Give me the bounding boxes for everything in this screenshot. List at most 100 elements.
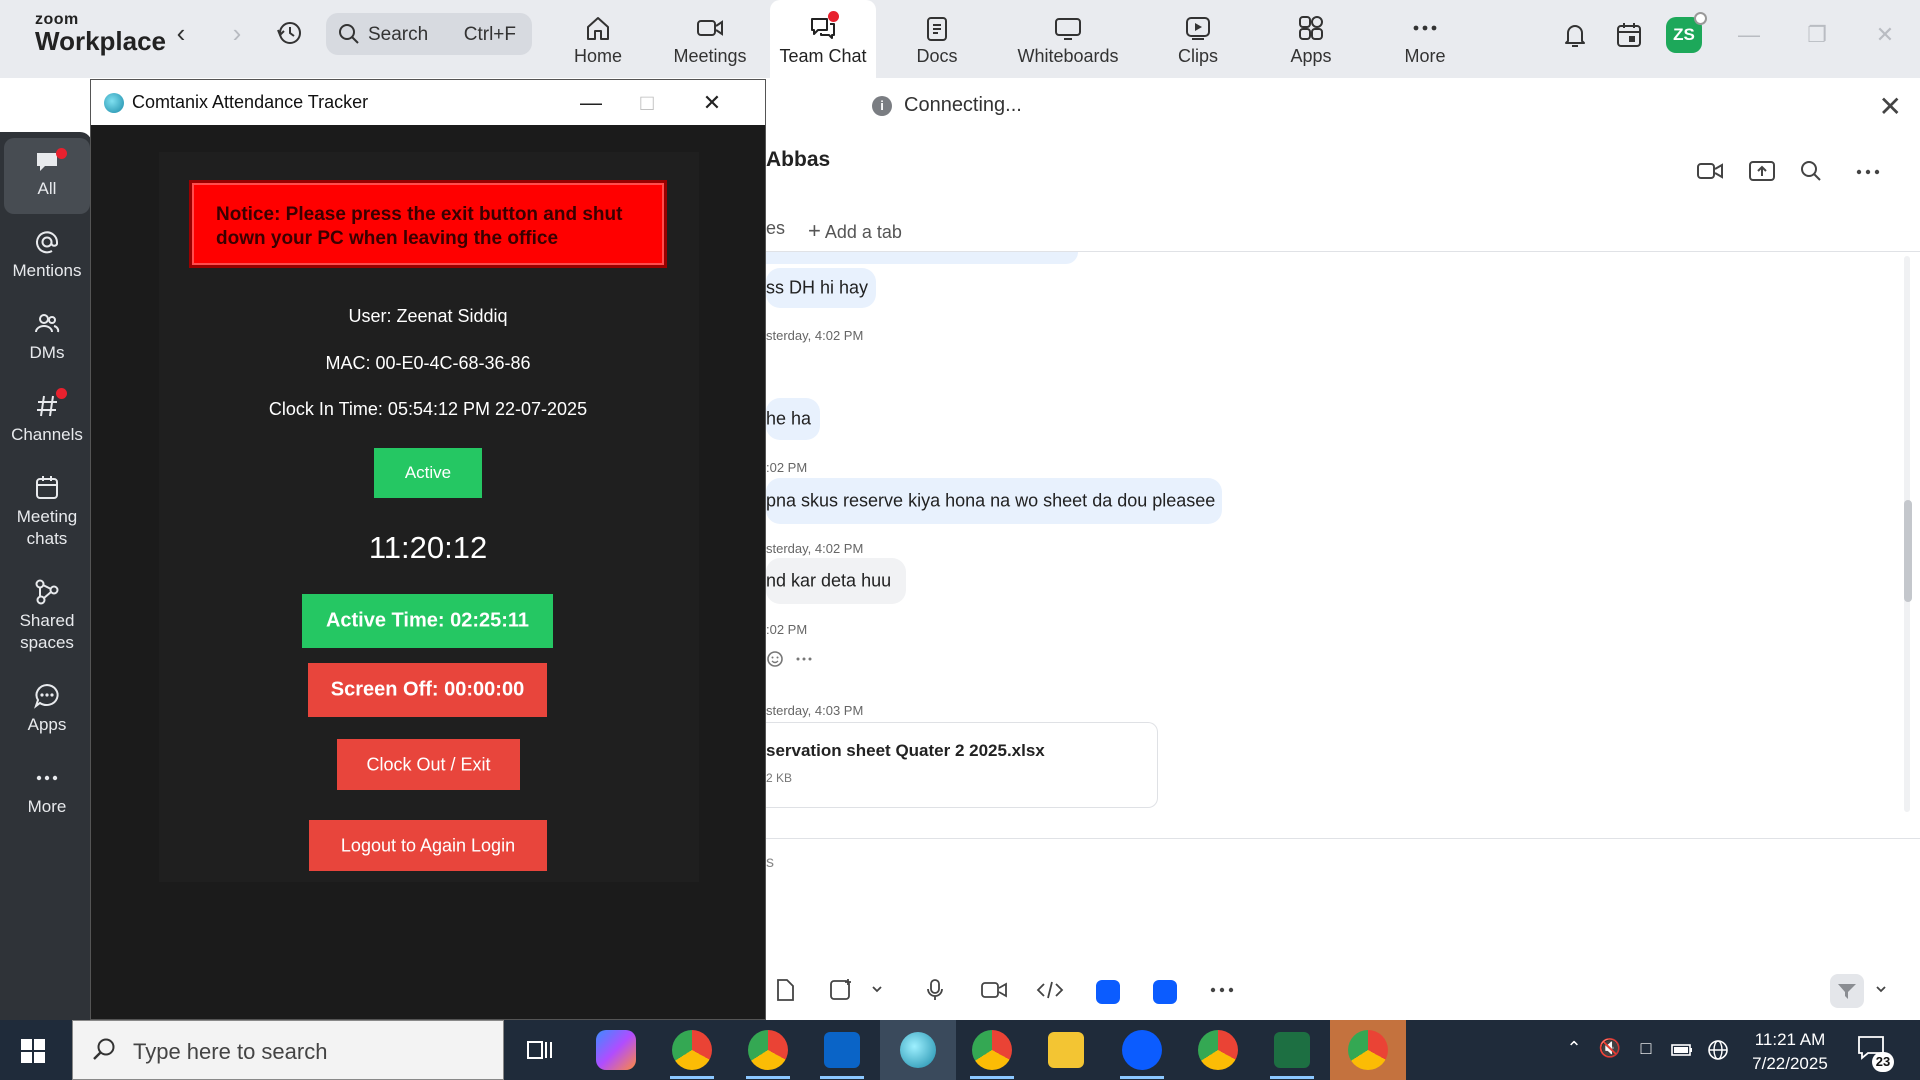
more-options-icon[interactable] — [1854, 160, 1882, 187]
back-arrow-icon[interactable]: ‹ — [166, 18, 196, 48]
close-icon[interactable]: ✕ — [1870, 20, 1900, 50]
show-hidden-icons-chevron-icon[interactable]: ⌃ — [1562, 1038, 1586, 1062]
battery-icon[interactable] — [1670, 1038, 1694, 1062]
chrome-highlighted-taskbar-button[interactable] — [1330, 1020, 1406, 1080]
zoom-workplace-logo: zoom Workplace — [35, 12, 166, 55]
chat-title: Abbas — [766, 148, 831, 171]
composer-more-icon[interactable] — [1208, 978, 1238, 1004]
zoom-taskbar-app-icon[interactable] — [1122, 1030, 1162, 1070]
file-icon[interactable] — [774, 978, 804, 1004]
chrome-profile-z-app-icon[interactable] — [748, 1030, 788, 1070]
send-options-chevron-icon[interactable] — [1874, 982, 1904, 1008]
add-tab-label: Add a tab — [824, 222, 902, 242]
calendar-icon[interactable] — [1614, 20, 1644, 50]
sidebar-item-label: Mentions — [12, 261, 82, 280]
taskbar-clock[interactable]: 11:21 AM 7/22/2025 — [1740, 1028, 1840, 1076]
sidebar-item-more[interactable]: More — [4, 764, 90, 818]
clock-out-button[interactable]: Clock Out / Exit — [337, 739, 520, 790]
sidebar-item-apps[interactable]: Apps — [4, 682, 90, 736]
zoom-app-icon[interactable] — [1096, 980, 1120, 1004]
chat-tab-partial[interactable]: es — [766, 218, 785, 239]
chrome-app-icon[interactable] — [972, 1030, 1012, 1070]
composer-divider — [766, 838, 1920, 839]
tab-meetings[interactable]: Meetings — [666, 0, 754, 78]
message-meta: sterday, 4:02 PM — [766, 541, 864, 556]
tracker-close-icon[interactable]: ✕ — [697, 88, 727, 118]
zoom-top-bar: zoom Workplace ‹ › Search Ctrl+F Home Me… — [0, 0, 1920, 78]
message-bubble: nd kar deta huu — [766, 558, 906, 604]
sidebar-item-shared-spaces[interactable]: Shared spaces — [4, 578, 90, 654]
tracker-minimize-icon[interactable]: — — [576, 88, 606, 118]
copilot-app-icon[interactable] — [596, 1030, 636, 1070]
excel-app-icon[interactable] — [1274, 1032, 1310, 1068]
video-call-icon[interactable] — [1696, 160, 1724, 187]
tab-team-chat-label: Team Chat — [779, 46, 867, 66]
windows-taskbar: Type here to search ⌃ 🔇 □ 11:21 AM 7/22/… — [0, 1020, 1920, 1080]
windows-start-icon[interactable] — [20, 1038, 46, 1069]
search-icon[interactable] — [1800, 160, 1824, 187]
tab-apps-label: Apps — [1290, 46, 1332, 66]
tracker-taskbar-button[interactable] — [880, 1020, 956, 1080]
file-attachment-card[interactable]: servation sheet Quater 2 2025.xlsx 2 KB — [766, 722, 1158, 808]
tab-team-chat[interactable]: Team Chat — [770, 0, 876, 78]
speaker-muted-icon[interactable]: 🔇 — [1598, 1038, 1622, 1062]
sidebar-item-dms[interactable]: DMs — [4, 310, 90, 364]
tab-whiteboards[interactable]: Whiteboards — [1010, 0, 1126, 78]
tab-more[interactable]: More — [1386, 0, 1464, 78]
taskbar-search-box[interactable]: Type here to search — [72, 1020, 504, 1080]
task-view-icon[interactable] — [526, 1038, 554, 1069]
screenshot-icon[interactable] — [828, 978, 858, 1004]
document-icon — [927, 17, 947, 41]
code-snippet-icon[interactable] — [1036, 978, 1066, 1004]
message-text: ss DH hi hay — [766, 277, 869, 298]
app-running-indicator — [970, 1076, 1014, 1079]
history-icon[interactable] — [275, 18, 305, 48]
file-explorer-app-icon[interactable] — [1048, 1032, 1084, 1068]
video-message-icon[interactable] — [980, 978, 1010, 1004]
close-banner-icon[interactable]: ✕ — [1879, 90, 1902, 123]
sidebar-item-meeting-chats[interactable]: Meeting chats — [4, 474, 90, 550]
message-more-icon[interactable] — [794, 650, 814, 670]
user-avatar[interactable]: ZS — [1666, 12, 1707, 53]
chat-scrollbar-thumb[interactable] — [1904, 500, 1912, 602]
tab-more-label: More — [1404, 46, 1446, 66]
more-dots-icon — [36, 775, 58, 781]
home-icon — [587, 17, 609, 40]
tab-apps[interactable]: Apps — [1274, 0, 1348, 78]
tracker-maximize-icon[interactable]: □ — [632, 88, 662, 118]
sidebar-item-mentions[interactable]: Mentions — [4, 228, 90, 282]
microphone-icon[interactable] — [924, 978, 954, 1004]
restore-icon[interactable]: ❐ — [1802, 20, 1832, 50]
chrome-second-app-icon[interactable] — [1198, 1030, 1238, 1070]
app-running-indicator — [1270, 1076, 1314, 1079]
notification-center-icon[interactable]: 23 — [1856, 1034, 1894, 1072]
app-running-indicator — [670, 1076, 714, 1079]
tab-home[interactable]: Home — [560, 0, 636, 78]
calendar-icon — [36, 476, 58, 499]
sidebar-item-channels[interactable]: Channels — [4, 388, 90, 446]
share-screen-icon[interactable] — [1748, 160, 1776, 187]
chrome-profile-app-icon[interactable] — [672, 1030, 712, 1070]
chevron-down-icon[interactable] — [870, 982, 900, 1008]
forward-arrow-icon[interactable]: › — [222, 18, 252, 48]
taskbar-date: 7/22/2025 — [1752, 1054, 1828, 1073]
minimize-icon[interactable]: — — [1734, 20, 1764, 50]
shared-spaces-icon — [35, 579, 59, 605]
outlook-app-icon[interactable] — [824, 1032, 860, 1068]
message-bubble-partial — [766, 252, 1078, 264]
add-reaction-icon[interactable] — [766, 650, 784, 670]
bell-icon[interactable] — [1560, 20, 1590, 50]
add-tab-button[interactable]: + Add a tab — [808, 218, 902, 244]
chat-app-icon[interactable] — [1153, 980, 1177, 1004]
send-button[interactable] — [1830, 974, 1864, 1008]
sidebar-item-all[interactable]: All — [4, 138, 90, 214]
tab-clips[interactable]: Clips — [1160, 0, 1236, 78]
active-status-badge: Active — [374, 448, 482, 498]
meet-now-icon[interactable]: □ — [1634, 1038, 1658, 1062]
message-input[interactable]: s — [766, 854, 774, 872]
logout-button[interactable]: Logout to Again Login — [309, 820, 547, 871]
search-box[interactable]: Search Ctrl+F — [326, 13, 532, 55]
network-globe-icon[interactable] — [1706, 1038, 1730, 1062]
message-meta: sterday, 4:02 PM — [766, 328, 864, 343]
tab-docs[interactable]: Docs — [900, 0, 974, 78]
